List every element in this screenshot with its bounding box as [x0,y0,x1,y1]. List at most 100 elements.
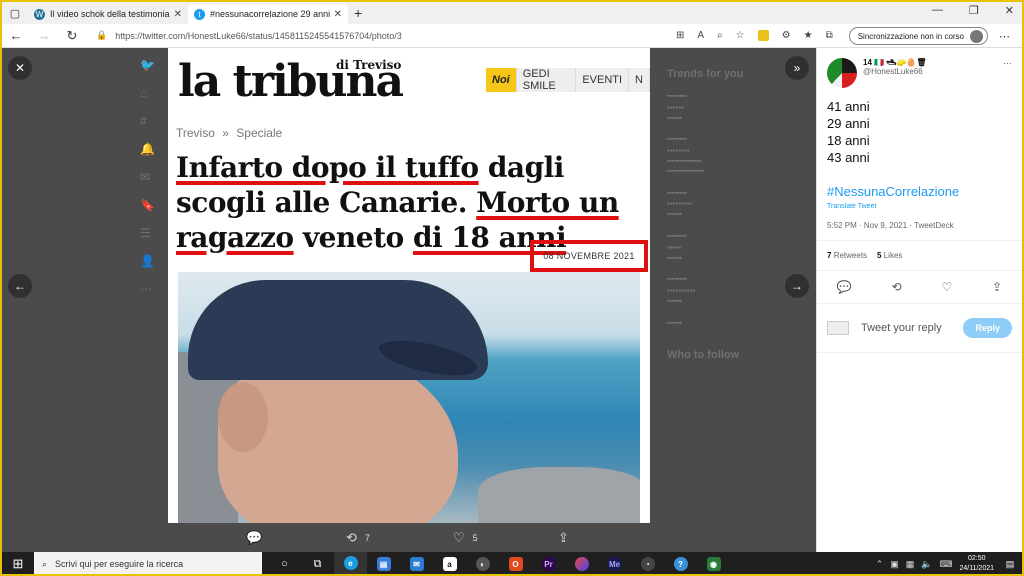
cortana-icon[interactable]: ○ [268,552,301,574]
url-field[interactable]: 🔒 https://twitter.com/HonestLuke66/statu… [96,30,616,41]
lock-icon: 🔒 [96,30,108,40]
show-more: ▪▪▪▪▪▪ [667,319,682,327]
newspaper-logo-subtitle: di Treviso [336,58,402,72]
office-icon[interactable]: O [499,552,532,574]
tab-wordpress[interactable]: W Il video schok della testimonianz ✕ [28,4,188,24]
background-sidebar: Trends for you ▪▪▪▪▪▪▪▪ ▪▪▪▪▪▪ ▪▪▪▪▪▪ ▪▪▪▪… [667,68,807,373]
share-icon[interactable]: ⇪ [992,280,1002,294]
nav-noi: Noi [486,68,517,92]
notifications-icon: 🔔 [140,142,155,156]
tweet-line: 18 anni [827,133,870,148]
article-date: 08 NOVEMBRE 2021 [530,240,648,272]
hashtag-link[interactable]: #NessunaCorrelazione [827,183,1012,200]
viewer-reply-button[interactable]: 💬 [246,530,262,546]
tab-twitter[interactable]: t #nessunacorrelazione 29 anni - T ✕ [188,4,348,24]
extensions-icon[interactable]: ⚙ [782,30,791,41]
start-button[interactable]: ⊞ [2,556,34,572]
back-button[interactable]: ← [2,28,30,43]
heart-icon: ♡ [453,530,465,545]
retweet-count: 7 [364,533,370,543]
tweet-line: 43 anni [827,150,870,165]
maximize-button[interactable]: ❐ [969,4,979,17]
more-menu-icon[interactable]: ⋯ [999,30,1010,43]
media-encoder-icon[interactable]: Me [598,552,631,574]
taskbar-search[interactable]: ⌕ Scrivi qui per eseguire la ricerca [34,552,262,574]
tab-actions-icon[interactable]: ▢ [2,7,28,20]
author-avatar[interactable] [827,58,857,88]
app-icon[interactable]: ◔ [631,552,664,574]
task-view-icon[interactable]: ⧉ [301,552,334,574]
search-placeholder: Scrivi qui per eseguire la ricerca [55,559,184,569]
trend-item: ▪▪▪▪▪▪▪▪ ▪▪▪▪▪ ▪▪▪▪▪▪ [667,232,687,262]
nav-more: N [629,68,650,92]
headline-part: veneto [293,221,413,254]
reply-input[interactable]: Tweet your reply [861,322,963,334]
viewer-retweet-button[interactable]: ⟲ 7 [346,530,370,546]
reply-button[interactable]: Reply [963,318,1012,338]
retweets-label: Retweets [833,251,868,260]
amazon-icon[interactable]: a [433,552,466,574]
app-available-icon[interactable]: ⊞ [676,30,684,41]
steam-icon[interactable]: ◐ [466,552,499,574]
tweet-photo[interactable]: la tribuna di Treviso Noi GEDI SMILE EVE… [168,48,650,523]
tweet-actions: 💬 ⟲ ♡ ⇪ [817,271,1022,304]
search-icon: ⌕ [42,558,48,569]
tweet-line: 41 anni [827,99,870,114]
browser-tab-strip: ▢ W Il video schok della testimonianz ✕ … [2,2,1022,24]
store-icon[interactable]: ▤ [367,552,400,574]
new-tab-button[interactable]: + [354,5,362,21]
reply-icon: 💬 [246,530,263,545]
read-aloud-icon[interactable]: A [697,30,704,41]
add-favorite-icon[interactable]: ☆ [736,30,745,41]
viewer-like-button[interactable]: ♡ 5 [453,530,478,546]
color-drop-icon[interactable] [565,552,598,574]
browser-toolbar: ⊞ A ⌕ ☆ ⚙ ★ ⧉ [676,30,833,41]
clock[interactable]: 02:50 24/11/2021 [959,554,994,574]
extension-icon[interactable] [757,30,769,41]
app-icon[interactable]: ◉ [697,552,730,574]
close-tab-icon[interactable]: ✕ [334,9,342,20]
previous-photo-button[interactable]: ← [8,274,32,298]
retweet-icon[interactable]: ⟲ [892,280,902,294]
clock-date: 24/11/2021 [959,565,994,572]
close-tab-icon[interactable]: ✕ [174,9,182,20]
tab-title: Il video schok della testimonianz [50,9,170,19]
minimize-button[interactable]: — [932,4,943,17]
viewer-share-button[interactable]: ⇪ [558,530,569,546]
close-viewer-button[interactable]: ✕ [8,56,32,80]
share-icon: ⇪ [558,530,569,545]
wordpress-icon: W [34,8,45,20]
network-icon[interactable]: ▦ [906,559,915,570]
edge-icon[interactable]: e [334,552,367,574]
premiere-icon[interactable]: Pr [532,552,565,574]
next-photo-button[interactable]: → [785,274,809,298]
reply-icon[interactable]: 💬 [837,280,852,294]
collections-icon[interactable]: ⧉ [826,30,833,41]
language-icon[interactable]: ⌨ [939,559,952,570]
collapse-panel-button[interactable]: » [785,56,809,80]
reload-button[interactable]: ↻ [58,28,86,44]
nav-gedi-smile: GEDI SMILE [516,68,577,92]
tab-title: #nessunacorrelazione 29 anni - T [210,9,330,19]
mail-icon[interactable]: ✉ [400,552,433,574]
taskbar-apps: ○ ⧉ e ▤ ✉ a ◐ O Pr Me ◔ ? ◉ [268,552,730,574]
forward-button[interactable]: → [30,28,58,43]
close-window-button[interactable]: ✕ [1005,4,1014,17]
heart-icon[interactable]: ♡ [941,280,952,294]
author-handle[interactable]: @HonestLuke66 [863,67,927,76]
author-name[interactable]: 14 🇮🇹 🛥🧽🥚🗑 [863,58,927,67]
sync-label: Sincronizzazione non in corso [857,31,964,41]
retweets-stat[interactable]: 7 Retweets [827,251,867,260]
tweet-more-icon[interactable]: ⋯ [1003,58,1012,69]
translate-tweet-link[interactable]: Translate Tweet [817,200,1022,213]
tray-chevron-icon[interactable]: ⌃ [876,559,884,570]
likes-stat[interactable]: 5 Likes [877,251,902,260]
help-icon[interactable]: ? [664,552,697,574]
tweet-detail-panel: 14 🇮🇹 🛥🧽🥚🗑 @HonestLuke66 ⋯ 41 anni 29 an… [816,48,1022,552]
notification-icon[interactable]: ▤ [1002,556,1018,572]
zoom-icon[interactable]: ⌕ [717,30,723,41]
sync-status-button[interactable]: Sincronizzazione non in corso [848,27,988,45]
favorites-icon[interactable]: ★ [804,30,813,41]
volume-icon[interactable]: 🔈 [921,559,932,570]
tray-app-icon[interactable]: ▣ [890,559,899,570]
